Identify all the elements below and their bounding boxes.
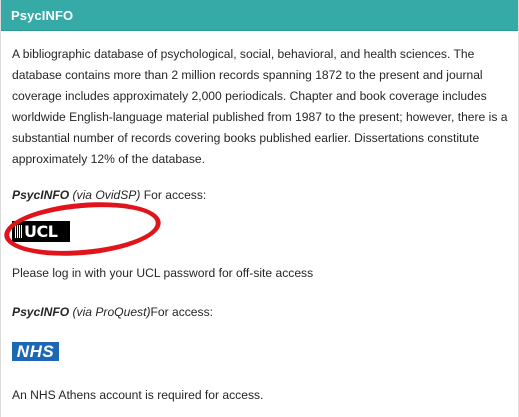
ovid-access-note: Please log in with your UCL password for… [12, 266, 314, 280]
card-header: PsycINFO [1, 0, 518, 31]
ovid-access-label: For access: [140, 188, 207, 202]
nhs-login-link[interactable]: NHS [12, 342, 59, 361]
ovid-database-name: PsycINFO [12, 188, 70, 202]
ovid-logo-row: UCL [2, 196, 506, 262]
database-card: PsycINFO A bibliographic database of psy… [0, 0, 519, 417]
proquest-access-label: For access: [150, 305, 213, 319]
card-body: A bibliographic database of psychologica… [1, 44, 518, 403]
proquest-logo-row: NHS [12, 342, 506, 361]
database-title: PsycINFO [11, 7, 74, 23]
proquest-platform: (via ProQuest) [72, 305, 151, 319]
red-highlight-circle [2, 196, 163, 262]
database-description: A bibliographic database of psychologica… [12, 47, 508, 166]
proquest-access-line: PsycINFO (via ProQuest)For access: [12, 305, 506, 320]
ovid-platform: (via OvidSP) [72, 188, 141, 202]
ovid-access-line: PsycINFO (via OvidSP) For access: [12, 188, 506, 203]
proquest-database-name: PsycINFO [12, 305, 70, 319]
proquest-access-note: An NHS Athens account is required for ac… [12, 388, 264, 402]
